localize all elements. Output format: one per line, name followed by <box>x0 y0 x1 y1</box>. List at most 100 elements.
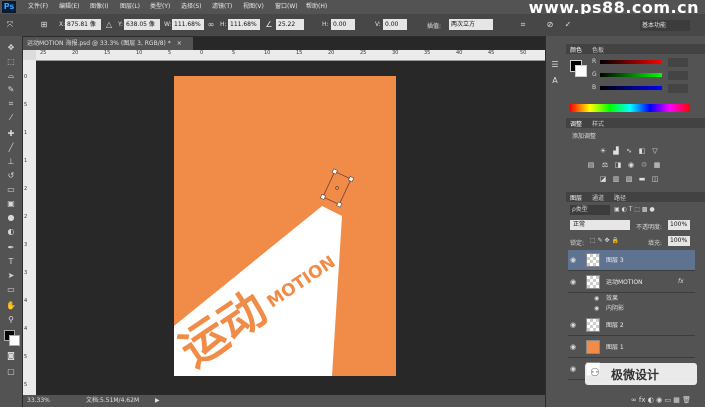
w-field[interactable]: 111.68% <box>172 19 204 30</box>
workspace-select[interactable]: 基本功能 <box>640 20 690 31</box>
selective-color-icon[interactable]: ◫ <box>650 175 660 183</box>
link-icon[interactable]: ∞ <box>205 19 217 31</box>
status-menu-arrow-icon[interactable]: ▶ <box>155 395 160 407</box>
effects-eye-icon[interactable]: ◉ <box>594 294 599 304</box>
brightness-icon[interactable]: ☀ <box>598 147 608 155</box>
vskew-field[interactable]: 0.00 <box>383 19 407 30</box>
h-field[interactable]: 111.68% <box>228 19 260 30</box>
quick-select-tool-icon[interactable]: ✎ <box>4 84 18 96</box>
shape-tool-icon[interactable]: ▭ <box>4 284 18 296</box>
hue-saturation-icon[interactable]: ▤ <box>586 161 596 169</box>
layer-filter-icons[interactable]: ▣ ◐ T ⬚ ▩ ● <box>614 206 684 214</box>
tab-color[interactable]: 颜色 <box>570 45 582 54</box>
history-panel-icon[interactable]: ☰ <box>549 60 561 72</box>
green-slider[interactable] <box>600 73 662 77</box>
history-brush-tool-icon[interactable]: ↺ <box>4 170 18 182</box>
layer-row-motion[interactable]: ◉ 运动MOTION fx <box>568 272 695 293</box>
reference-point-icon[interactable]: ⊞ <box>38 19 50 31</box>
menu-file[interactable]: 文件(F) <box>28 0 48 14</box>
channel-mixer-icon[interactable]: ♲ <box>639 161 649 169</box>
dodge-tool-icon[interactable]: ◐ <box>4 226 18 238</box>
menu-layer[interactable]: 图层(L) <box>120 0 140 14</box>
blur-tool-icon[interactable]: ● <box>4 212 18 224</box>
color-lookup-icon[interactable]: ▦ <box>652 161 662 169</box>
visibility-eye-icon[interactable]: ◉ <box>570 365 578 373</box>
cancel-transform-icon[interactable]: ⊘ <box>544 19 556 31</box>
vibrance-icon[interactable]: ▽ <box>650 147 660 155</box>
fill-field[interactable]: 100% <box>668 236 690 246</box>
menu-select[interactable]: 选择(S) <box>181 0 202 14</box>
levels-icon[interactable]: ▟ <box>611 147 621 155</box>
close-tab-icon[interactable]: × <box>177 40 182 47</box>
commit-transform-icon[interactable]: ✓ <box>562 19 574 31</box>
move-tool-icon[interactable]: ✥ <box>4 42 18 54</box>
transform-bounding-box[interactable] <box>319 168 355 208</box>
quick-mask-icon[interactable]: ◙ <box>4 350 18 362</box>
eyedropper-tool-icon[interactable]: ⁄ <box>4 112 18 124</box>
blue-value-field[interactable] <box>668 84 688 93</box>
red-slider[interactable] <box>600 60 662 64</box>
green-value-field[interactable] <box>668 71 688 80</box>
menu-image[interactable]: 图像(I) <box>90 0 108 14</box>
relative-position-icon[interactable]: △ <box>103 19 115 31</box>
tab-adjustments[interactable]: 调整 <box>570 119 582 128</box>
marquee-tool-icon[interactable]: ⬚ <box>4 56 18 68</box>
fx-badge[interactable]: fx <box>678 278 684 285</box>
ruler-origin[interactable] <box>23 50 36 60</box>
x-field[interactable]: 875.81 像 <box>65 19 101 30</box>
inner-shadow-eye-icon[interactable]: ◉ <box>594 304 599 314</box>
visibility-eye-icon[interactable]: ◉ <box>570 343 578 351</box>
effects-row[interactable]: ◉ 效果 <box>568 294 695 304</box>
menu-window[interactable]: 窗口(W) <box>275 0 298 14</box>
layer-row-3[interactable]: ◉ 图层 3 <box>568 250 695 271</box>
tab-swatches[interactable]: 色板 <box>592 45 604 54</box>
character-panel-icon[interactable]: A <box>549 76 561 88</box>
lasso-tool-icon[interactable]: ⌓ <box>4 70 18 82</box>
type-tool-icon[interactable]: T <box>4 256 18 268</box>
black-white-icon[interactable]: ◨ <box>613 161 623 169</box>
gradient-map-icon[interactable]: ▬ <box>637 175 647 183</box>
menu-filter[interactable]: 滤镜(T) <box>212 0 232 14</box>
menu-type[interactable]: 类型(Y) <box>150 0 170 14</box>
exposure-icon[interactable]: ◧ <box>637 147 647 155</box>
eraser-tool-icon[interactable]: ▭ <box>4 184 18 196</box>
angle-field[interactable]: 25.22 <box>276 19 304 30</box>
layer-row-2[interactable]: ◉ 图层 2 <box>568 315 695 336</box>
background-color-swatch[interactable] <box>9 335 20 346</box>
healing-brush-tool-icon[interactable]: ✚ <box>4 128 18 140</box>
interpolation-select[interactable]: 两次立方 <box>449 19 493 30</box>
brush-tool-icon[interactable]: ╱ <box>4 142 18 154</box>
tab-styles[interactable]: 样式 <box>592 119 604 128</box>
blue-slider[interactable] <box>600 86 662 90</box>
opacity-field[interactable]: 100% <box>668 220 690 230</box>
tab-channels[interactable]: 通道 <box>592 193 604 202</box>
warp-icon[interactable]: ⌗ <box>517 19 529 31</box>
gradient-tool-icon[interactable]: ▣ <box>4 198 18 210</box>
path-select-tool-icon[interactable]: ➤ <box>4 270 18 282</box>
tab-paths[interactable]: 路径 <box>614 193 626 202</box>
curves-icon[interactable]: ∿ <box>624 147 634 155</box>
poster-canvas[interactable]: 运动 MOTION <box>174 76 396 376</box>
visibility-eye-icon[interactable]: ◉ <box>570 321 578 329</box>
lock-icons[interactable]: ⬚ ✎ ✥ 🔒 <box>590 237 630 245</box>
photo-filter-icon[interactable]: ◉ <box>626 161 636 169</box>
y-field[interactable]: 638.05 像 <box>124 19 160 30</box>
tab-layers[interactable]: 图层 <box>570 193 582 202</box>
hskew-field[interactable]: 0.00 <box>331 19 355 30</box>
visibility-eye-icon[interactable]: ◉ <box>570 278 578 286</box>
pen-tool-icon[interactable]: ✒ <box>4 242 18 254</box>
color-spectrum-bar[interactable] <box>570 104 690 112</box>
layers-footer-icons[interactable]: ∞ fx ◐ ◉ ▭ ▦ 🗑 <box>568 395 695 405</box>
menu-help[interactable]: 帮助(H) <box>306 0 327 14</box>
layer-row-1[interactable]: ◉ 图层 1 <box>568 337 695 358</box>
posterize-icon[interactable]: ▥ <box>611 175 621 183</box>
blend-mode-select[interactable]: 正常 <box>570 220 630 230</box>
screen-mode-icon[interactable]: ▢ <box>4 366 18 378</box>
color-bg-swatch[interactable] <box>575 65 587 77</box>
document-tab[interactable]: 运动MOTION 海报.psd @ 33.3% (图层 3, RGB/8) * … <box>23 37 193 50</box>
red-value-field[interactable] <box>668 58 688 67</box>
menu-view[interactable]: 视图(V) <box>243 0 264 14</box>
threshold-icon[interactable]: ▧ <box>624 175 634 183</box>
menu-edit[interactable]: 编辑(E) <box>59 0 79 14</box>
visibility-eye-icon[interactable]: ◉ <box>570 256 578 264</box>
